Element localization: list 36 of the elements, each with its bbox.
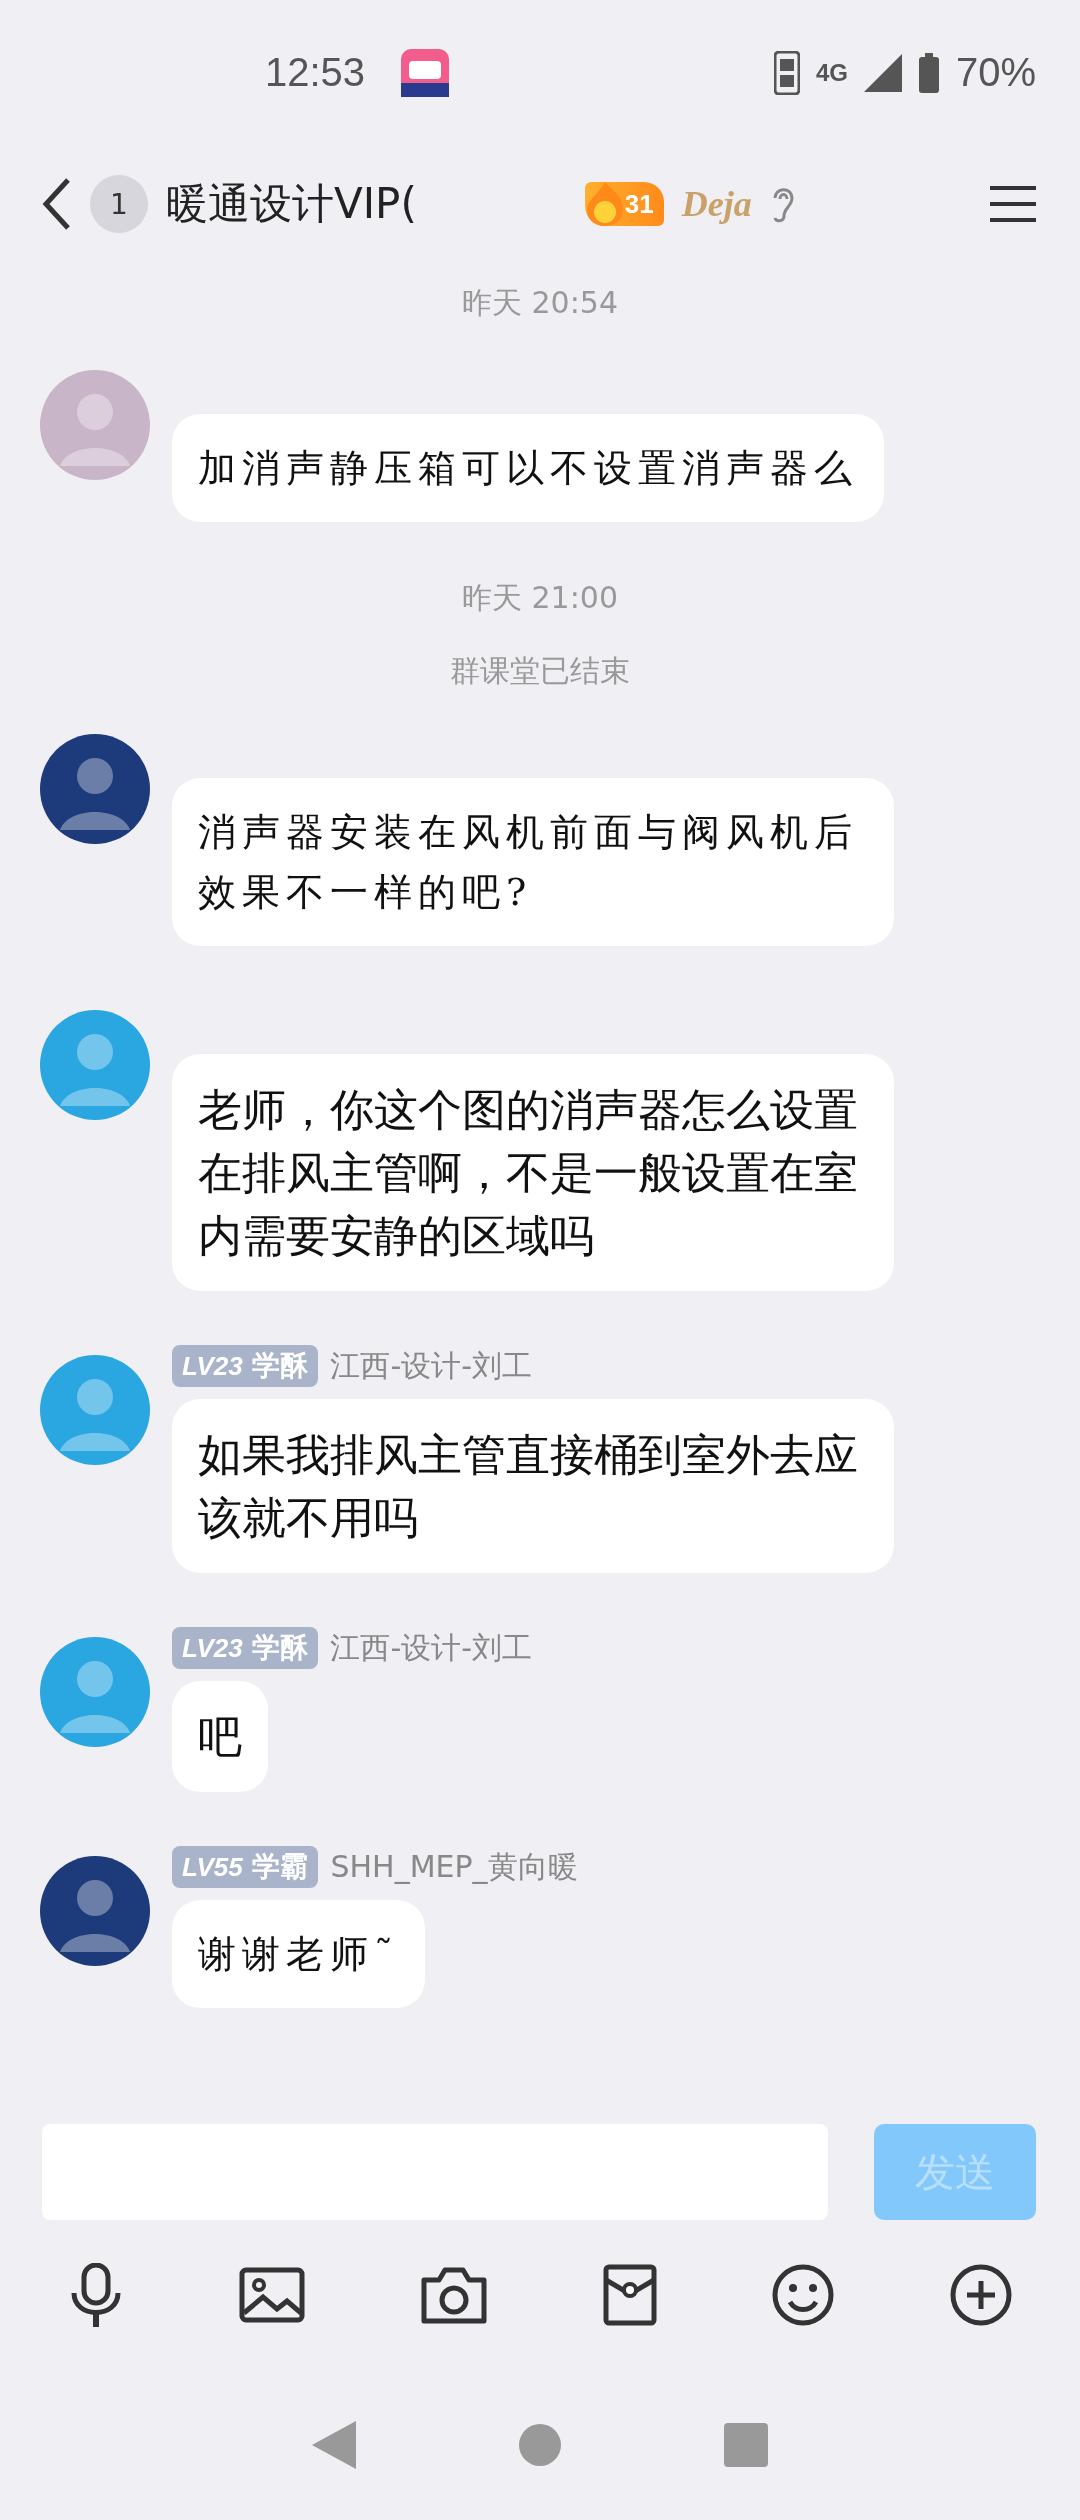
- timestamp: 昨天 20:54: [462, 284, 618, 322]
- message-bubble: 吧: [172, 1681, 268, 1792]
- envelope-icon[interactable]: [602, 2264, 657, 2326]
- streak-count: 31: [624, 188, 654, 220]
- flame-icon: [584, 182, 625, 226]
- timestamp: 昨天 21:00: [462, 579, 618, 617]
- system-notice: 群课堂已结束: [450, 652, 630, 690]
- sender-name: SHH_MEP_黄向暖: [330, 1847, 578, 1886]
- rank-badge: LV23 学酥: [172, 1345, 319, 1387]
- unread-count: 1: [90, 175, 148, 233]
- message-bubble: 加消声静压箱可以不设置消声器么: [172, 414, 884, 522]
- rank-badge: LV55 学霸: [172, 1846, 319, 1888]
- menu-icon[interactable]: [990, 184, 1036, 224]
- clock-time: 12:53: [265, 50, 366, 95]
- network-type: 4G: [815, 58, 848, 87]
- camera-icon[interactable]: [421, 2266, 488, 2324]
- message-bubble: 如果我排风主管直接桶到室外去应该就不用吗: [172, 1399, 894, 1573]
- brand-logo: Deja: [681, 183, 752, 225]
- avatar[interactable]: [40, 1856, 150, 1966]
- add-icon[interactable]: [950, 2264, 1013, 2326]
- image-icon[interactable]: [239, 2267, 306, 2323]
- hd-icon: [773, 50, 800, 95]
- battery-icon: [917, 52, 940, 93]
- sender-name: 江西-设计-刘工: [330, 1346, 533, 1385]
- rank-badge: LV23 学酥: [172, 1627, 319, 1669]
- back-icon[interactable]: [42, 177, 72, 231]
- message-bubble: 谢谢老师˜: [172, 1900, 425, 2008]
- avatar[interactable]: [40, 734, 150, 844]
- chat-title: 暖通设计VIP(: [166, 178, 417, 230]
- battery-level: 70%: [955, 50, 1036, 95]
- emoji-icon[interactable]: [772, 2264, 835, 2326]
- signal-icon: [863, 53, 902, 92]
- sender-name: 江西-设计-刘工: [330, 1628, 533, 1667]
- message-bubble: 消声器安装在风机前面与阀风机后效果不一样的吧?: [172, 778, 894, 946]
- message-bubble: 老师，你这个图的消声器怎么设置在排风主管啊，不是一般设置在室内需要安静的区域吗: [172, 1054, 894, 1291]
- app-icon: [401, 48, 450, 97]
